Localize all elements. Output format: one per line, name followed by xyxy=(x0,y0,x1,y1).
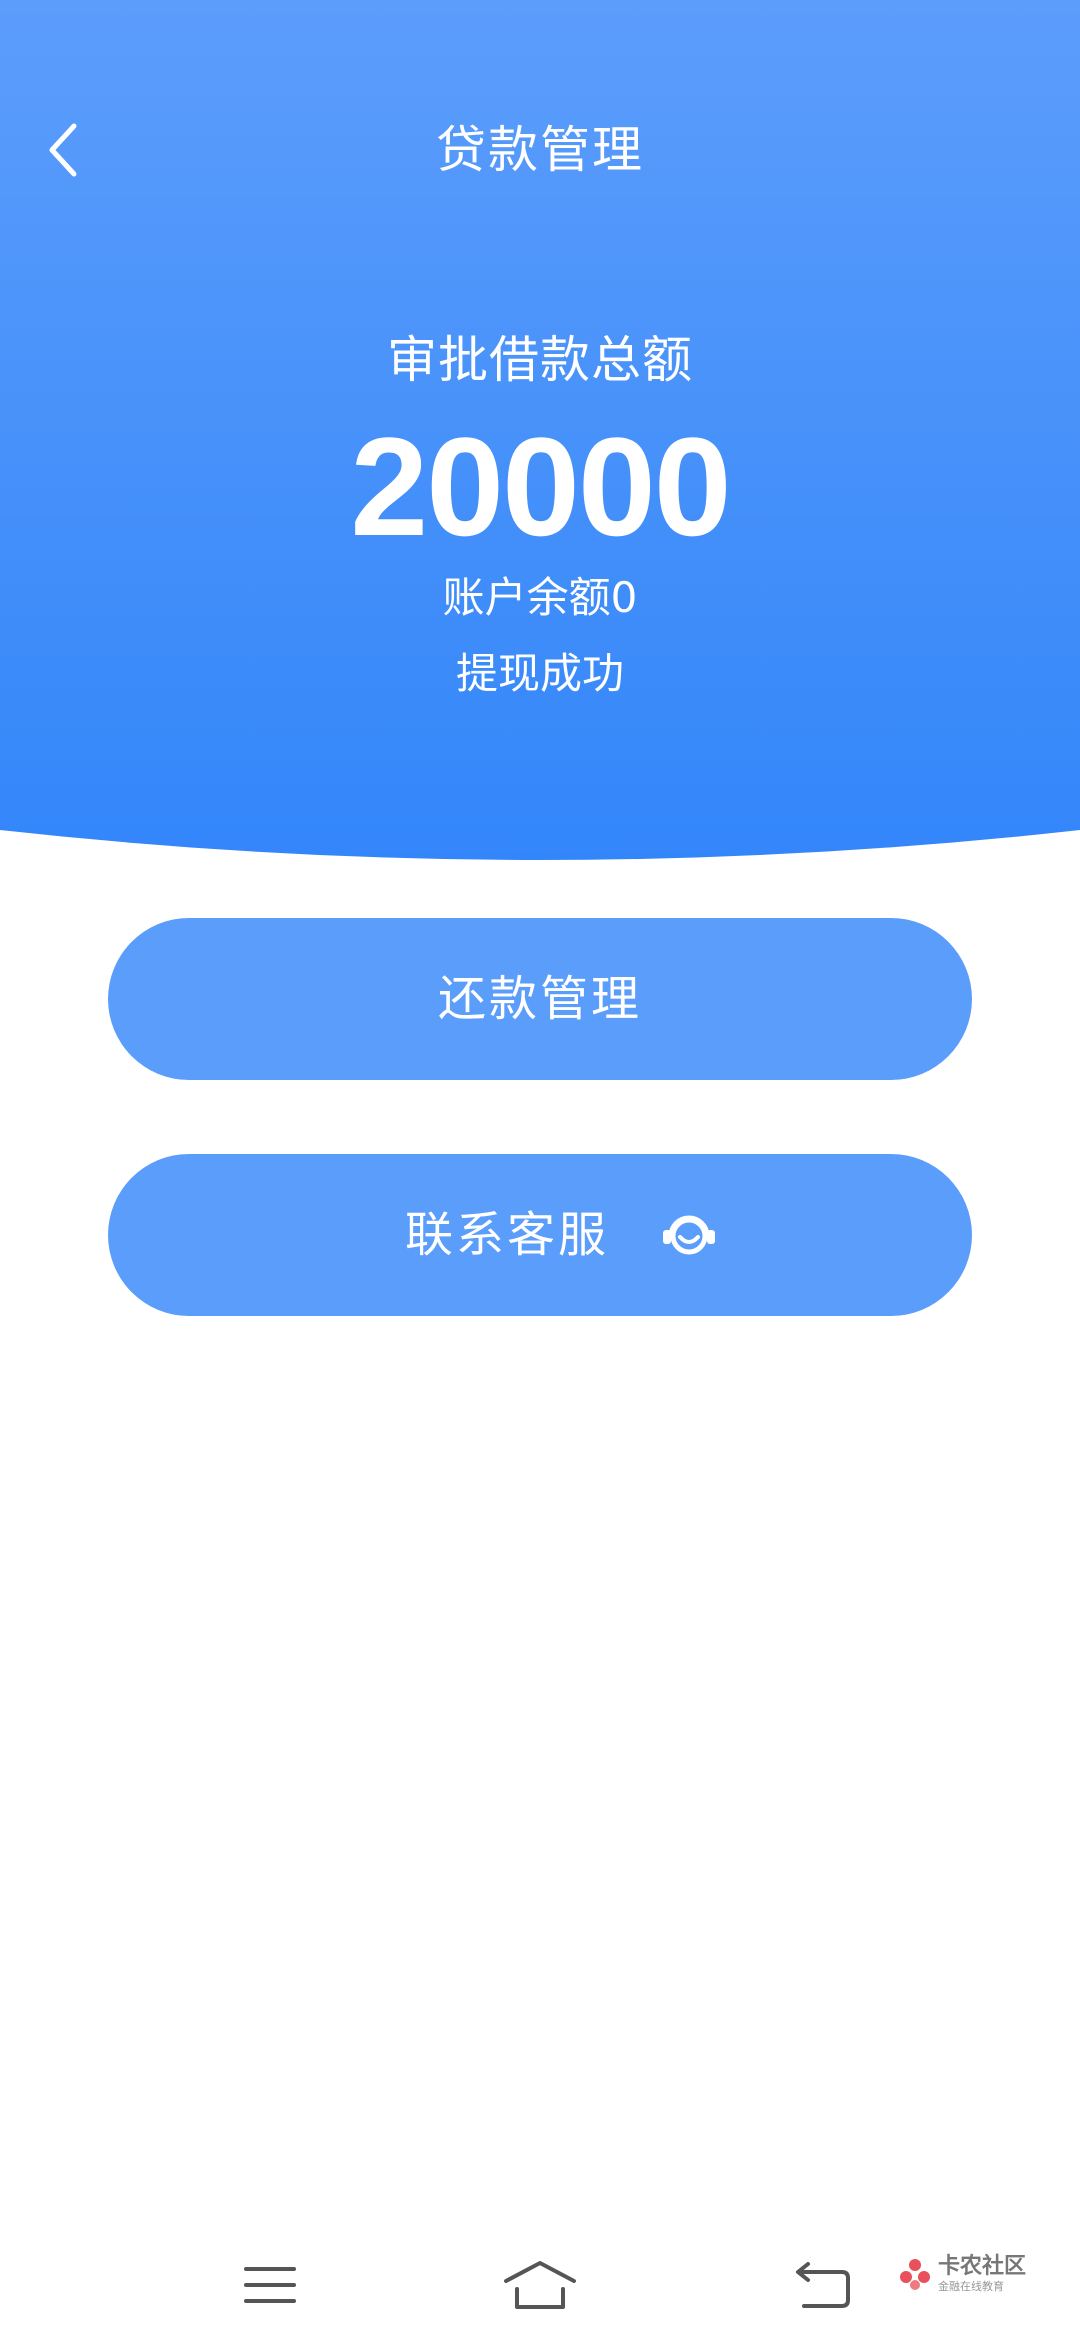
home-icon xyxy=(504,2261,576,2309)
back-arrow-icon xyxy=(796,2262,850,2308)
watermark-title: 卡农社区 xyxy=(938,2254,1027,2279)
loan-management-screen: 贷款管理 审批借款总额 20000 账户余额0 提现成功 还款管理 联系客服 卡… xyxy=(0,0,1080,2340)
nav-menu-button[interactable] xyxy=(210,2250,330,2320)
nav-back-button[interactable] xyxy=(764,2250,884,2320)
menu-icon xyxy=(244,2267,296,2303)
watermark-logo-icon xyxy=(900,2259,930,2290)
repayment-management-button[interactable]: 还款管理 xyxy=(108,918,972,1080)
nav-home-button[interactable] xyxy=(480,2250,600,2320)
withdraw-status: 提现成功 xyxy=(455,649,624,698)
account-balance: 账户余额0 xyxy=(442,573,638,622)
approved-amount-label: 审批借款总额 xyxy=(387,331,693,389)
page-title: 贷款管理 xyxy=(436,121,644,179)
approved-amount-value: 20000 xyxy=(350,408,731,565)
contact-service-button[interactable]: 联系客服 xyxy=(108,1154,972,1316)
repayment-management-label: 还款管理 xyxy=(437,971,642,1027)
watermark: 卡农社区 金融在线教育 xyxy=(898,2246,1068,2302)
customer-service-icon xyxy=(659,1207,719,1263)
watermark-text: 卡农社区 金融在线教育 xyxy=(938,2254,1026,2294)
contact-service-label: 联系客服 xyxy=(404,1207,609,1263)
contact-service-content: 联系客服 xyxy=(405,1203,719,1267)
watermark-subtitle: 金融在线教育 xyxy=(938,2280,1004,2293)
